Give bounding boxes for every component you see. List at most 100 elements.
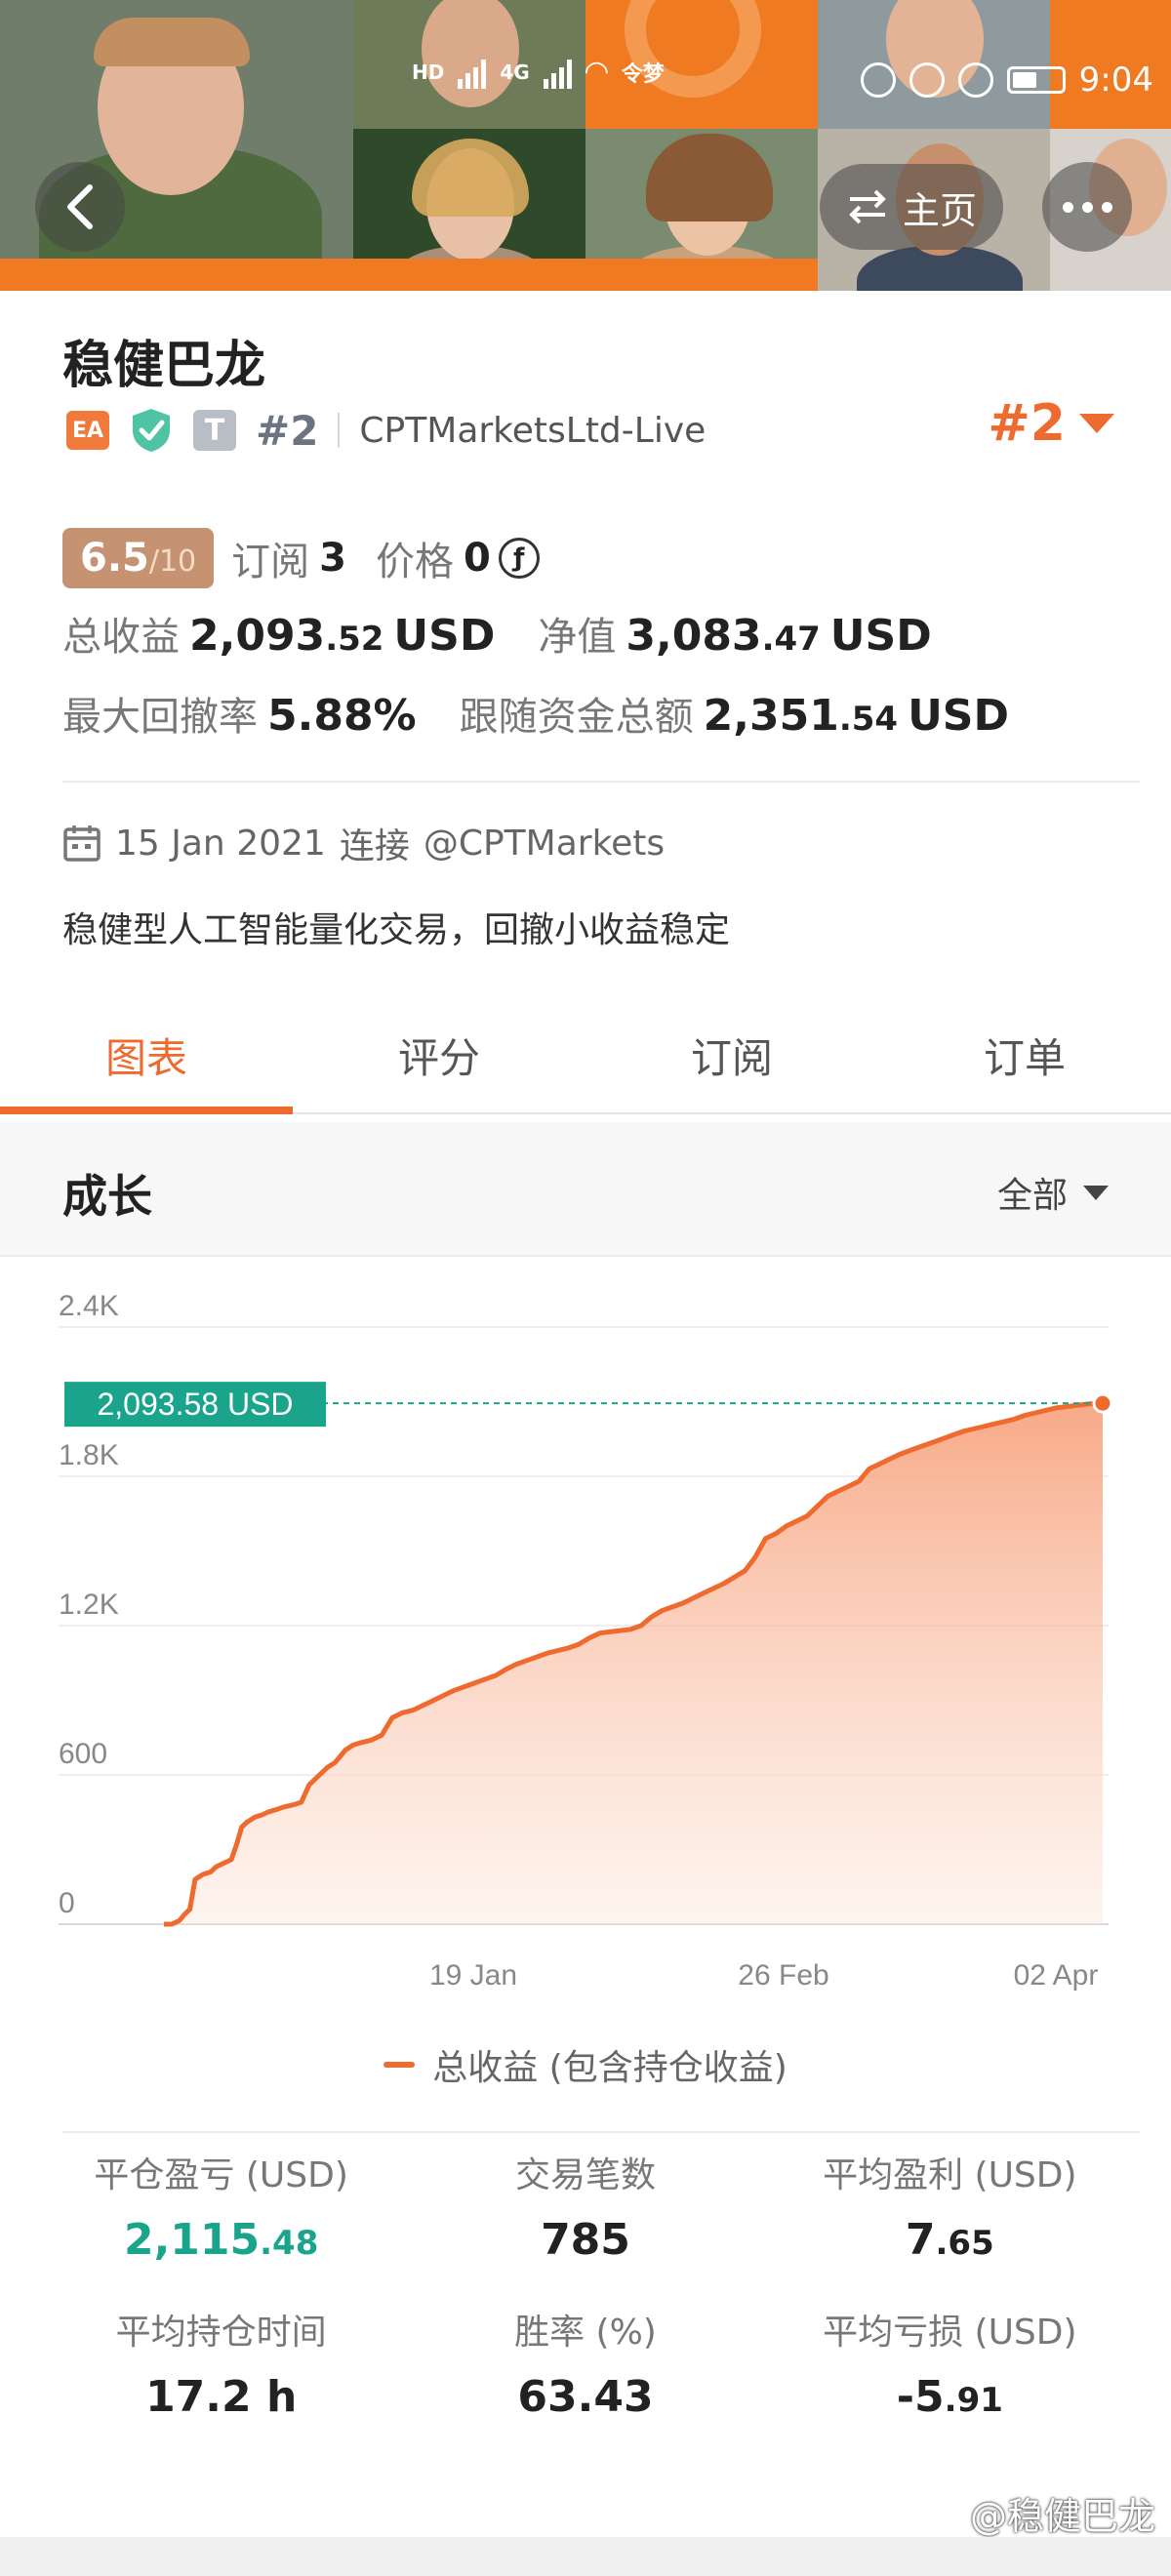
home-button[interactable]: 主页 xyxy=(820,164,1003,250)
period-filter[interactable]: 全部 xyxy=(997,1167,1109,1218)
signal-icon xyxy=(543,56,572,89)
stat-value-dec: .48 xyxy=(260,2224,319,2263)
stat-value-int: -5 xyxy=(896,2372,945,2422)
tab-rating[interactable]: 评分 xyxy=(293,997,586,1112)
triangle-down-icon xyxy=(1083,1185,1109,1200)
stat-value-int: 2,115 xyxy=(123,2215,261,2265)
joined-connect: 连接 xyxy=(339,826,410,866)
rank-label: #2 xyxy=(256,406,319,455)
stat-closed-pnl: 平仓盈亏 (USD) 2,115.48 xyxy=(39,2147,403,2265)
x-tick-label: 19 Jan xyxy=(429,1959,517,1992)
status-time: 9:04 xyxy=(1078,60,1153,100)
stat-value: 63.43 xyxy=(403,2372,767,2422)
joined-account: @CPTMarkets xyxy=(423,823,666,864)
legend-label: 总收益 (包含持仓收益) xyxy=(432,2048,787,2088)
tab-bar: 图表 评分 订阅 订单 xyxy=(0,997,1171,1114)
y-tick-label: 1.2K xyxy=(59,1589,119,1621)
rating-max: /10 xyxy=(148,544,197,579)
status-network: HD 4G ◠ 令梦 xyxy=(412,55,665,89)
wifi-label: 令梦 xyxy=(621,61,665,87)
stat-label: 平均持仓时间 xyxy=(115,2313,327,2353)
stat-avg-hold-time: 平均持仓时间 17.2 h xyxy=(39,2304,403,2422)
t-badge: T xyxy=(193,410,236,451)
period-filter-label: 全部 xyxy=(996,1176,1068,1216)
wifi-icon: ◠ xyxy=(585,55,608,89)
stat-value-dec: .91 xyxy=(944,2381,1003,2420)
stat-value-dec: .65 xyxy=(935,2224,994,2263)
growth-title: 成长 xyxy=(62,1170,152,1223)
more-dot-icon xyxy=(1101,201,1112,213)
y-tick-label: 2.4K xyxy=(59,1290,119,1322)
coin-icon: ƒ xyxy=(498,538,540,579)
stat-value-int: 785 xyxy=(541,2215,630,2265)
total-profit-int: 2,093 xyxy=(189,611,326,661)
equity-unit: USD xyxy=(829,611,932,661)
equity-dec: .47 xyxy=(761,620,821,659)
rating-value: 6.5 xyxy=(80,536,149,581)
follow-funds-unit: USD xyxy=(908,691,1010,741)
x-tick-label: 26 Feb xyxy=(738,1959,828,1992)
price-label: 价格 xyxy=(375,540,454,584)
badge-row: EA T #2 CPTMarketsLtd-Live xyxy=(66,402,706,459)
rank-dropdown[interactable]: #2 xyxy=(988,394,1114,453)
header-photo-banner: HD 4G ◠ 令梦 9:04 主页 xyxy=(0,0,1171,291)
stat-value: -5.91 xyxy=(768,2372,1132,2422)
joined-date: 15 Jan 2021 xyxy=(115,823,326,864)
more-button[interactable] xyxy=(1042,162,1132,252)
subscribe-count: 3 xyxy=(319,536,346,581)
stat-label: 交易笔数 xyxy=(514,2155,656,2195)
follow-funds-dec: .54 xyxy=(838,700,899,739)
rank-dropdown-label: #2 xyxy=(988,394,1066,453)
stat-label: 平均亏损 (USD) xyxy=(823,2313,1077,2353)
hd-label: HD xyxy=(412,60,445,84)
growth-chart[interactable]: 2.4K 1.8K 1.2K 600 0 19 Jan 26 Feb 02 Apr 2,093… xyxy=(0,1278,1171,2039)
broker-name: CPTMarketsLtd-Live xyxy=(359,410,707,451)
stat-trade-count: 交易笔数 785 xyxy=(403,2147,767,2265)
stat-value-int: 63.43 xyxy=(517,2372,654,2422)
mute-icon xyxy=(957,62,993,98)
stat-value: 7.65 xyxy=(768,2215,1132,2265)
divider xyxy=(62,2131,1140,2133)
eye-icon xyxy=(860,62,896,98)
total-profit-unit: USD xyxy=(393,611,496,661)
current-value-label: 2,093.58 USD xyxy=(97,1387,293,1422)
tab-subscription[interactable]: 订阅 xyxy=(586,997,878,1112)
stat-label: 胜率 (%) xyxy=(514,2313,657,2353)
equity-label: 净值 xyxy=(538,615,617,660)
status-bar: 9:04 xyxy=(860,60,1153,100)
stat-value: 2,115.48 xyxy=(39,2215,403,2265)
more-dot-icon xyxy=(1062,201,1073,213)
total-profit-dec: .52 xyxy=(325,620,384,659)
network-label: 4G xyxy=(500,60,530,84)
back-button[interactable] xyxy=(35,162,125,252)
y-tick-label: 1.8K xyxy=(59,1439,119,1471)
stat-value: 17.2 h xyxy=(39,2372,403,2422)
bottom-bar xyxy=(0,2537,1171,2576)
follow-funds-label: 跟随资金总额 xyxy=(459,695,694,740)
score-row: 6.5 /10 订阅 3 价格 0 ƒ xyxy=(62,527,540,589)
calendar-icon xyxy=(63,825,101,862)
tab-orders[interactable]: 订单 xyxy=(878,997,1171,1112)
watermark: @稳健巴龙 xyxy=(969,2495,1155,2538)
swap-icon xyxy=(849,189,886,224)
subscribe-label: 订阅 xyxy=(231,540,310,584)
x-tick-label: 02 Apr xyxy=(1014,1959,1099,1992)
more-dot-icon xyxy=(1081,201,1093,213)
home-label: 主页 xyxy=(902,188,977,232)
triangle-down-icon xyxy=(1079,414,1114,433)
ea-badge: EA xyxy=(66,411,109,450)
price-value: 0 xyxy=(463,536,491,581)
drawdown-follow-row: 最大回撤率 5.88% 跟随资金总额 2,351 .54 USD xyxy=(62,685,1009,742)
tab-chart[interactable]: 图表 xyxy=(0,997,293,1114)
drawdown-label: 最大回撤率 xyxy=(62,695,258,740)
chart-legend: 总收益 (包含持仓收益) xyxy=(0,2039,1171,2090)
stat-label: 平均盈利 (USD) xyxy=(823,2155,1077,2195)
battery-icon xyxy=(1006,66,1066,94)
stat-avg-loss: 平均亏损 (USD) -5.91 xyxy=(768,2304,1132,2422)
divider xyxy=(62,781,1140,783)
stat-value-int: 17.2 h xyxy=(145,2372,298,2422)
divider xyxy=(338,413,341,448)
rating-badge: 6.5 /10 xyxy=(62,528,215,588)
stat-label: 平仓盈亏 (USD) xyxy=(94,2155,348,2195)
y-tick-label: 600 xyxy=(59,1738,107,1770)
